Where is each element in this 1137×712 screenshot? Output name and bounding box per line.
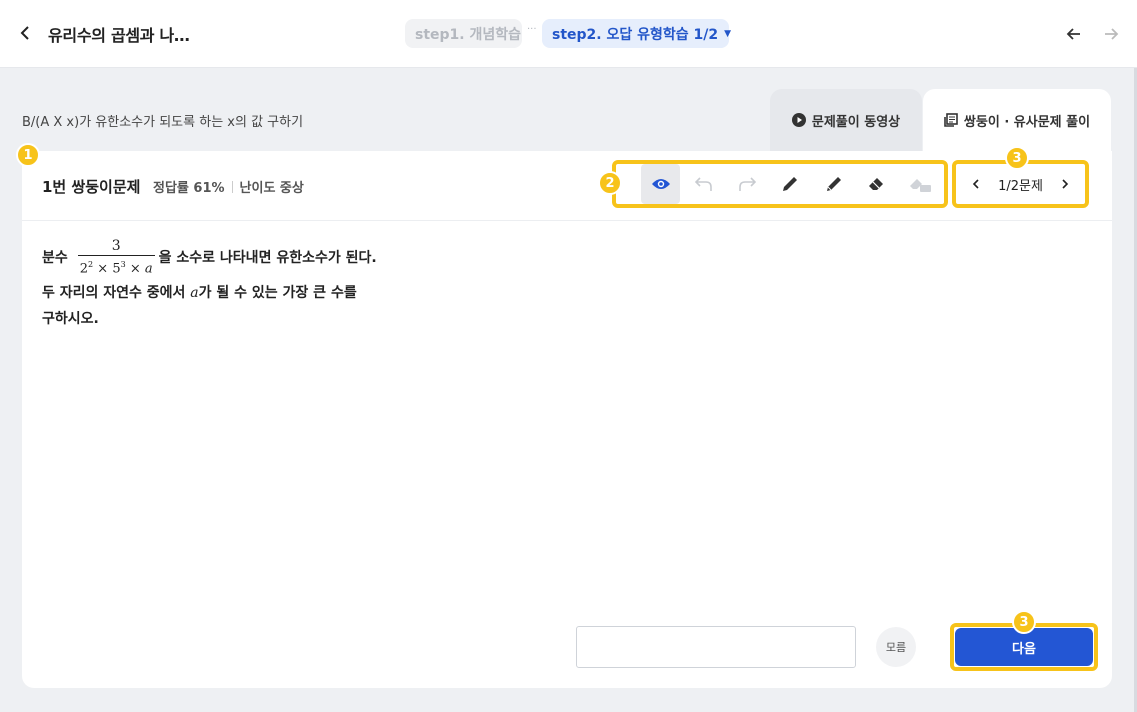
redo-button[interactable] [728,164,767,204]
fraction-numerator: 3 [111,238,121,255]
clear-all-button[interactable] [901,164,940,204]
undo-icon [694,177,712,191]
question-description: B/(A X x)가 유한소수가 되도록 하는 x의 값 구하기 [22,115,304,130]
lesson-title: 유리수의 곱셈과 나… [48,26,190,45]
line2-before-var: 두 자리의 자연수 중에서 [42,285,186,301]
pencil-tool-button[interactable] [814,164,853,204]
redo-icon [739,177,757,191]
line2-after-var: 가 될 수 있는 가장 큰 수를 [198,285,357,301]
answer-input[interactable] [576,626,856,668]
tab-twin-problem-label: 쌍둥이 · 유사문제 풀이 [963,114,1091,130]
chevron-left-icon [972,179,979,189]
pager-label: 1/2문제 [998,178,1043,194]
difficulty-level: 난이도 중상 [239,181,304,196]
den-base-1: 2 [79,261,89,277]
guide-badge-3-pager: 3 [1005,146,1029,170]
copy-icon [944,113,958,127]
den-exp-1: 2 [88,260,94,270]
view-tool-button[interactable] [641,164,681,204]
next-arrow-button[interactable] [1101,24,1121,44]
den-variable: a [144,261,153,277]
guide-badge-3-next: 3 [1012,610,1036,634]
chevron-right-icon [1062,179,1069,189]
text-before-fraction: 분수 [42,250,68,266]
guide-badge-2: 2 [598,171,622,195]
pager-prev-button[interactable] [968,176,984,192]
pager-next-button[interactable] [1057,176,1073,192]
times-symbol-1: × [97,261,109,277]
line2-variable: a [190,285,199,301]
problem-line-1: 분수 3 22 × 53 × a 을 소수로 나타내면 유한소수가 된다. [42,236,377,280]
drawing-toolbar [612,160,948,208]
step2-tab[interactable]: step2. 오답 유형학습 1/2 ▼ [542,19,732,48]
den-exp-2: 3 [120,260,126,270]
top-header: 유리수의 곱셈과 나… step1. 개념학습 ··· step2. 오답 유형… [0,0,1137,68]
guide-badge-1: 1 [16,143,40,167]
fraction-denominator: 22 × 53 × a [77,255,155,277]
text-after-fraction: 을 소수로 나타내면 유한소수가 된다. [158,250,377,266]
den-base-2: 5 [112,261,121,277]
tab-twin-problem[interactable]: 쌍둥이 · 유사문제 풀이 [923,89,1111,151]
eraser-icon [869,178,884,190]
dont-know-button[interactable]: 모름 [876,627,916,667]
times-symbol-2: × [129,261,141,277]
problem-title: 1번 쌍둥이문제 [42,178,141,196]
problem-line-3: 구하시오. [42,311,99,327]
undo-button[interactable] [684,164,723,204]
play-circle-icon [791,113,806,127]
problem-card: 1번 쌍둥이문제 정답률 61% 난이도 중상 1/2문제 분수 3 22 × … [22,151,1112,688]
arrow-right-icon [1105,28,1119,40]
tab-solution-video[interactable]: 문제풀이 동영상 [770,89,922,151]
problem-line-2: 두 자리의 자연수 중에서 a가 될 수 있는 가장 큰 수를 [42,280,377,306]
accuracy-rate: 정답률 61% [153,181,225,196]
chevron-left-icon [20,26,29,40]
eye-icon [651,179,670,189]
problem-body: 분수 3 22 × 53 × a 을 소수로 나타내면 유한소수가 된다. 두 … [42,236,377,332]
eraser-tool-button[interactable] [857,164,896,204]
pencil-icon [826,177,841,191]
problem-card-header: 1번 쌍둥이문제 정답률 61% 난이도 중상 1/2문제 [22,151,1112,221]
pen-icon [783,177,798,191]
fraction: 3 22 × 53 × a [77,238,155,277]
problem-meta: 정답률 61% 난이도 중상 [153,177,304,196]
prev-arrow-button[interactable] [1064,24,1084,44]
tab-solution-video-label: 문제풀이 동영상 [811,114,901,130]
pen-tool-button[interactable] [771,164,810,204]
step1-tab[interactable]: step1. 개념학습 [405,19,522,48]
step-separator: ··· [527,24,537,35]
meta-divider [231,180,233,193]
step2-label: step2. 오답 유형학습 1/2 [552,26,719,43]
caret-down-icon: ▼ [724,28,732,39]
arrow-left-icon [1066,28,1080,40]
clear-all-icon [910,179,932,192]
back-button[interactable] [14,22,36,44]
